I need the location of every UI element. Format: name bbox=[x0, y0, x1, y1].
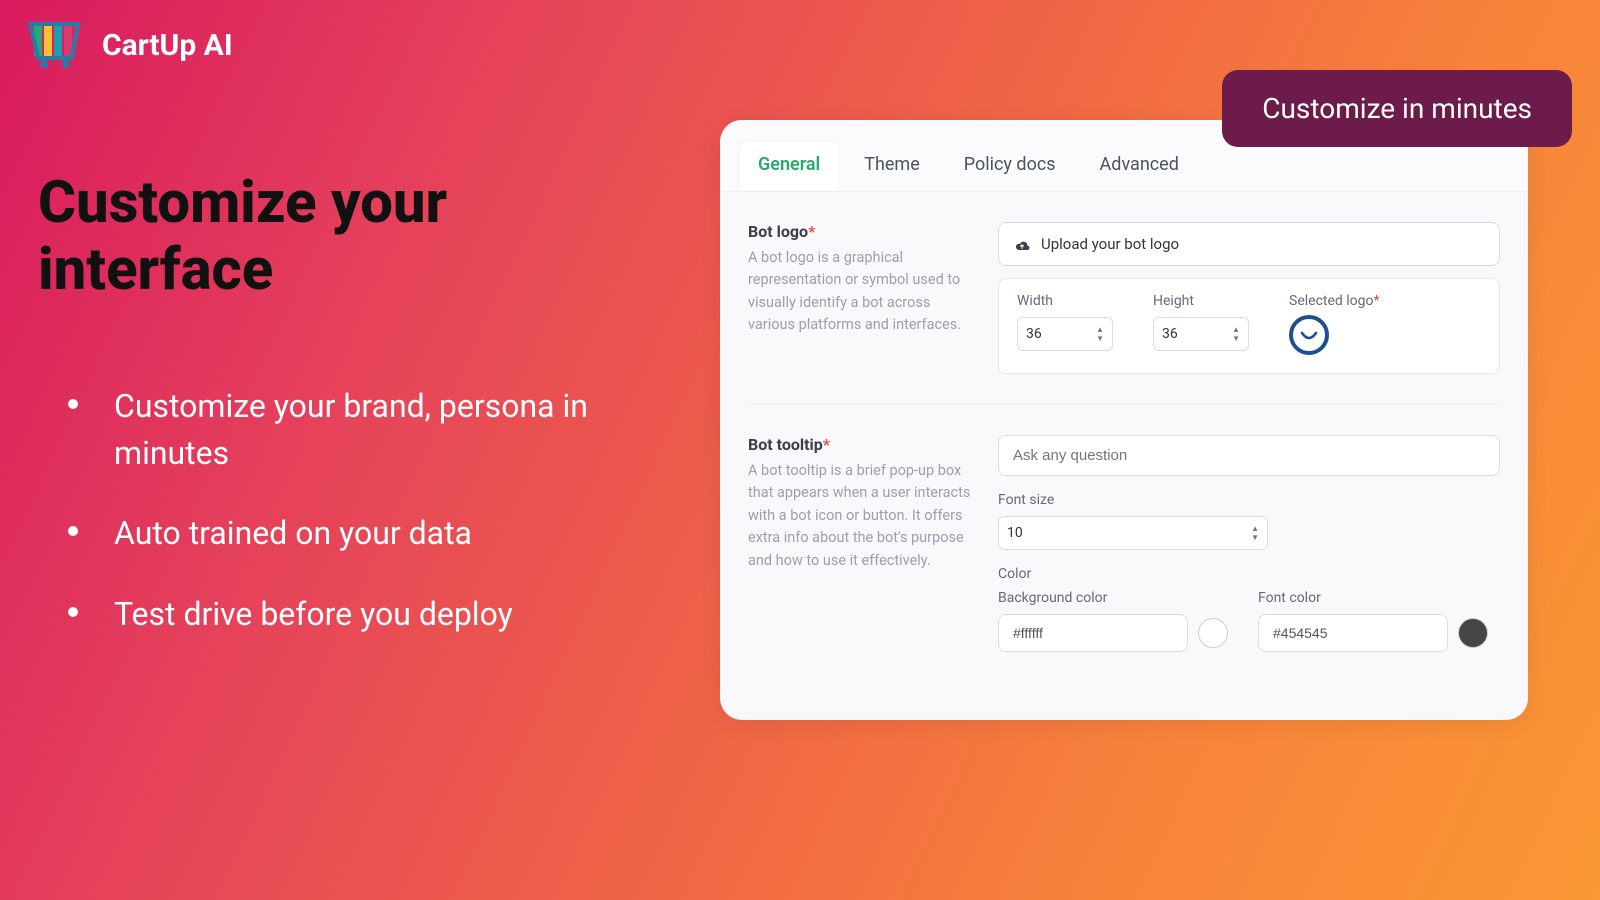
bot-logo-desc: A bot logo is a graphical representation… bbox=[748, 247, 978, 337]
font-color-label: Font color bbox=[1258, 590, 1488, 606]
selected-logo-preview bbox=[1289, 315, 1329, 355]
chevron-down-icon[interactable]: ▼ bbox=[1251, 534, 1259, 542]
fontsize-label: Font size bbox=[998, 492, 1500, 508]
page-title: Customize your interface bbox=[38, 170, 638, 303]
callout-badge: Customize in minutes bbox=[1222, 70, 1572, 147]
tab-policy-docs[interactable]: Policy docs bbox=[946, 142, 1074, 191]
bot-tooltip-title: Bot tooltip* bbox=[748, 435, 978, 454]
bullet-item: Auto trained on your data bbox=[68, 510, 638, 556]
bullet-item: Test drive before you deploy bbox=[68, 591, 638, 637]
cloud-upload-icon bbox=[1013, 237, 1031, 251]
height-label: Height bbox=[1153, 293, 1249, 309]
settings-panel: General Theme Policy docs Advanced Bot l… bbox=[720, 120, 1528, 720]
bg-color-swatch[interactable] bbox=[1198, 618, 1228, 648]
upload-label: Upload your bot logo bbox=[1041, 235, 1179, 253]
font-color-swatch[interactable] bbox=[1458, 618, 1488, 648]
tooltip-text-input[interactable] bbox=[998, 435, 1500, 476]
app-header: CartUp AI bbox=[28, 20, 233, 70]
section-bot-tooltip: Bot tooltip* A bot tooltip is a brief po… bbox=[748, 435, 1500, 682]
section-bot-logo: Bot logo* A bot logo is a graphical repr… bbox=[748, 222, 1500, 405]
width-label: Width bbox=[1017, 293, 1113, 309]
brand-name: CartUp AI bbox=[102, 28, 233, 63]
chevron-down-icon[interactable]: ▼ bbox=[1232, 335, 1240, 343]
tab-advanced[interactable]: Advanced bbox=[1082, 142, 1197, 191]
chevron-up-icon[interactable]: ▲ bbox=[1096, 326, 1104, 334]
bot-tooltip-desc: A bot tooltip is a brief pop-up box that… bbox=[748, 460, 978, 572]
upload-bot-logo-button[interactable]: Upload your bot logo bbox=[998, 222, 1500, 266]
bg-color-input[interactable] bbox=[998, 614, 1188, 652]
selected-logo-label: Selected logo* bbox=[1289, 293, 1380, 309]
tab-theme[interactable]: Theme bbox=[846, 142, 938, 191]
fontsize-stepper[interactable]: 10 ▲▼ bbox=[998, 516, 1268, 550]
bot-logo-title: Bot logo* bbox=[748, 222, 978, 241]
chevron-up-icon[interactable]: ▲ bbox=[1251, 525, 1259, 533]
cart-logo-icon bbox=[28, 20, 84, 70]
font-color-input[interactable] bbox=[1258, 614, 1448, 652]
bg-color-label: Background color bbox=[998, 590, 1228, 606]
color-label: Color bbox=[998, 566, 1500, 582]
height-value: 36 bbox=[1162, 326, 1178, 342]
height-stepper[interactable]: 36 ▲▼ bbox=[1153, 317, 1249, 351]
width-value: 36 bbox=[1026, 326, 1042, 342]
chevron-down-icon[interactable]: ▼ bbox=[1096, 335, 1104, 343]
width-stepper[interactable]: 36 ▲▼ bbox=[1017, 317, 1113, 351]
tab-general[interactable]: General bbox=[740, 142, 838, 191]
bullet-item: Customize your brand, persona in minutes bbox=[68, 383, 638, 476]
chevron-up-icon[interactable]: ▲ bbox=[1232, 326, 1240, 334]
fontsize-value: 10 bbox=[1007, 525, 1023, 541]
marketing-copy: Customize your interface Customize your … bbox=[38, 170, 638, 671]
